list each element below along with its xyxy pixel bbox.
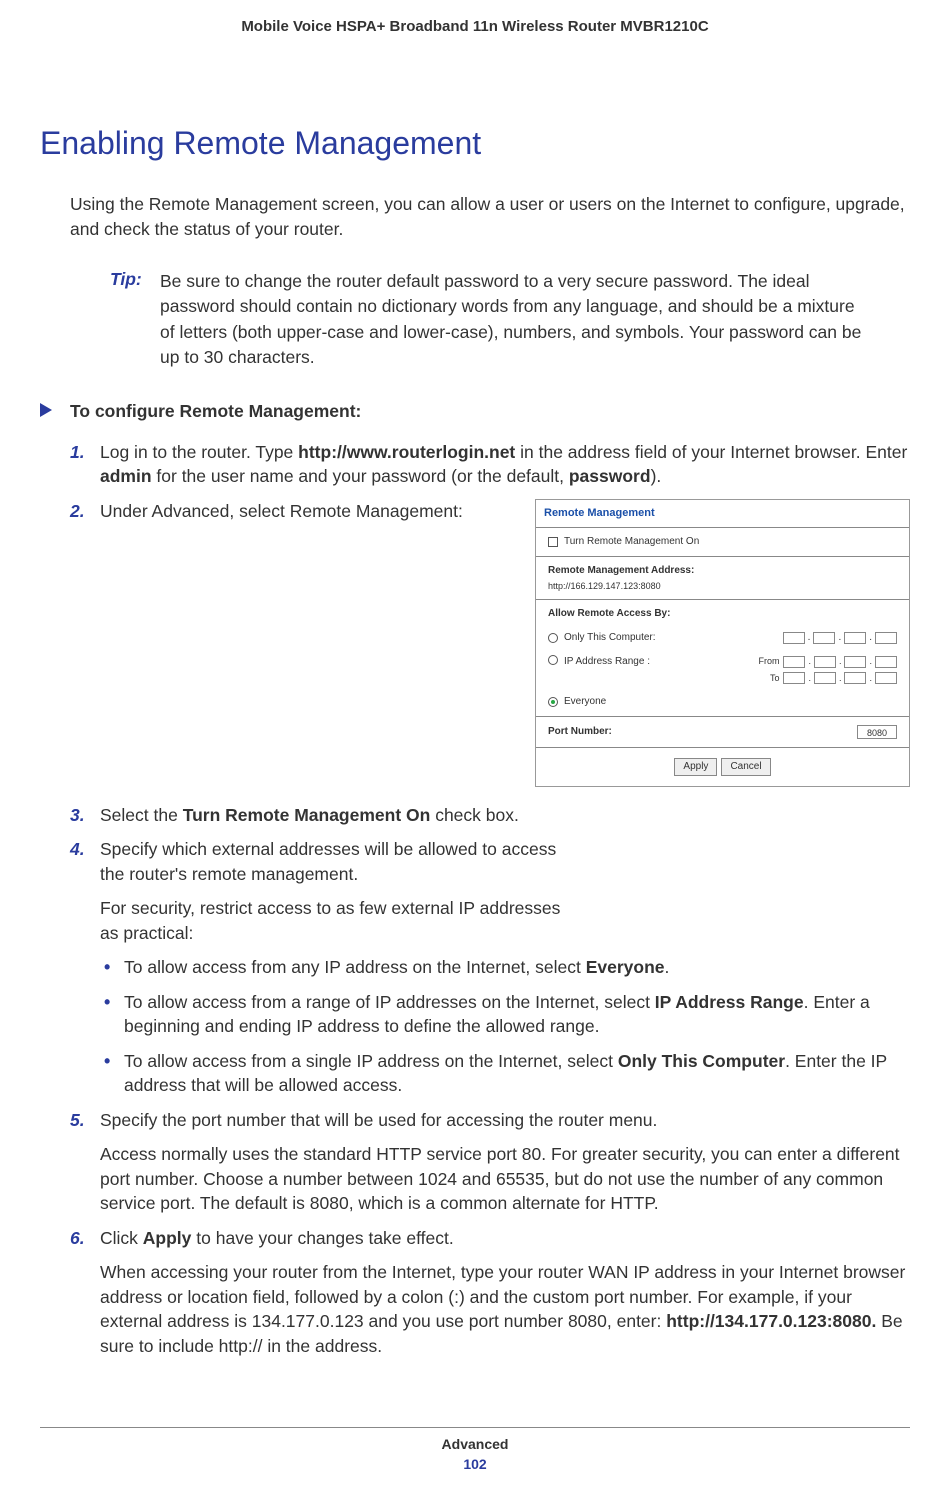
step-3-text-a: Select the bbox=[100, 805, 183, 825]
procedure-title: To configure Remote Management: bbox=[70, 401, 361, 422]
step-1-text-a: Log in to the router. Type bbox=[100, 442, 298, 462]
b1-a: To allow access from any IP address on t… bbox=[124, 957, 586, 977]
b1-b: Everyone bbox=[586, 957, 665, 977]
step-6: Click Apply to have your changes take ef… bbox=[70, 1226, 910, 1359]
s6-a: Click bbox=[100, 1228, 143, 1248]
b2-b: IP Address Range bbox=[655, 992, 804, 1012]
port-input[interactable]: 8080 bbox=[857, 725, 897, 739]
step-5-text: Specify the port number that will be use… bbox=[100, 1108, 910, 1133]
page-heading: Enabling Remote Management bbox=[40, 125, 910, 162]
step-1-text-g: ). bbox=[651, 466, 662, 486]
shot-title: Remote Management bbox=[536, 500, 909, 525]
step-1-url: http://www.routerlogin.net bbox=[298, 442, 515, 462]
tip-text: Be sure to change the router default pas… bbox=[160, 269, 870, 371]
apply-button[interactable]: Apply bbox=[674, 758, 717, 776]
port-label: Port Number: bbox=[548, 725, 612, 739]
to-ip-fields[interactable]: ... bbox=[783, 672, 897, 685]
opt-everyone-label: Everyone bbox=[564, 695, 606, 709]
procedure-heading: To configure Remote Management: bbox=[40, 399, 910, 422]
b3-a: To allow access from a single IP address… bbox=[124, 1051, 618, 1071]
running-header: Mobile Voice HSPA+ Broadband 11n Wireles… bbox=[40, 0, 910, 35]
turn-on-label: Turn Remote Management On bbox=[564, 535, 699, 549]
to-label: To bbox=[770, 672, 780, 685]
bullet-everyone: To allow access from any IP address on t… bbox=[100, 955, 910, 980]
page-footer: Advanced 102 bbox=[0, 1427, 950, 1472]
step-2-text: Under Advanced, select Remote Management… bbox=[100, 499, 570, 524]
b2-a: To allow access from a range of IP addre… bbox=[124, 992, 655, 1012]
step-5-note: Access normally uses the standard HTTP s… bbox=[100, 1142, 910, 1216]
radio-everyone[interactable] bbox=[548, 697, 558, 707]
step-4-text: Specify which external addresses will be… bbox=[100, 837, 570, 886]
step-2: Remote Management Turn Remote Management… bbox=[70, 499, 910, 793]
footer-section: Advanced bbox=[0, 1436, 950, 1452]
from-ip-fields[interactable]: ... bbox=[783, 655, 897, 668]
from-label: From bbox=[758, 655, 779, 668]
opt-range-label: IP Address Range : bbox=[564, 655, 650, 669]
step-3-text-c: check box. bbox=[430, 805, 519, 825]
bullet-only: To allow access from a single IP address… bbox=[100, 1049, 910, 1098]
step-1-text-e: for the user name and your password (or … bbox=[152, 466, 569, 486]
step-1: Log in to the router. Type http://www.ro… bbox=[70, 440, 910, 489]
cancel-button[interactable]: Cancel bbox=[721, 758, 770, 776]
step-1-password: password bbox=[569, 466, 651, 486]
allow-label: Allow Remote Access By: bbox=[548, 607, 670, 621]
addr-value: http://166.129.147.123:8080 bbox=[548, 580, 661, 593]
addr-label: Remote Management Address: bbox=[548, 564, 694, 578]
intro-paragraph: Using the Remote Management screen, you … bbox=[70, 192, 910, 241]
radio-only-this[interactable] bbox=[548, 633, 558, 643]
step-4: Specify which external addresses will be… bbox=[70, 837, 910, 1098]
opt-only-label: Only This Computer: bbox=[564, 631, 656, 645]
footer-page-number: 102 bbox=[0, 1456, 950, 1472]
step-4-note: For security, restrict access to as few … bbox=[100, 896, 570, 945]
radio-ip-range[interactable] bbox=[548, 655, 558, 665]
step-1-admin: admin bbox=[100, 466, 152, 486]
s6-note-b: http://134.177.0.123:8080. bbox=[666, 1311, 876, 1331]
b1-c: . bbox=[665, 957, 670, 977]
turn-on-checkbox[interactable] bbox=[548, 537, 558, 547]
step-5: Specify the port number that will be use… bbox=[70, 1108, 910, 1216]
bullet-range: To allow access from a range of IP addre… bbox=[100, 990, 910, 1039]
s6-c: to have your changes take effect. bbox=[191, 1228, 453, 1248]
only-ip-fields[interactable]: ... bbox=[783, 631, 897, 645]
tip-block: Tip: Be sure to change the router defaul… bbox=[110, 269, 870, 371]
remote-management-screenshot: Remote Management Turn Remote Management… bbox=[535, 499, 910, 787]
arrow-right-icon bbox=[40, 403, 52, 417]
s6-b: Apply bbox=[143, 1228, 192, 1248]
b3-b: Only This Computer bbox=[618, 1051, 785, 1071]
step-3-option: Turn Remote Management On bbox=[183, 805, 431, 825]
step-3: Select the Turn Remote Management On che… bbox=[70, 803, 910, 828]
step-1-text-c: in the address field of your Internet br… bbox=[515, 442, 907, 462]
tip-label: Tip: bbox=[110, 269, 160, 371]
